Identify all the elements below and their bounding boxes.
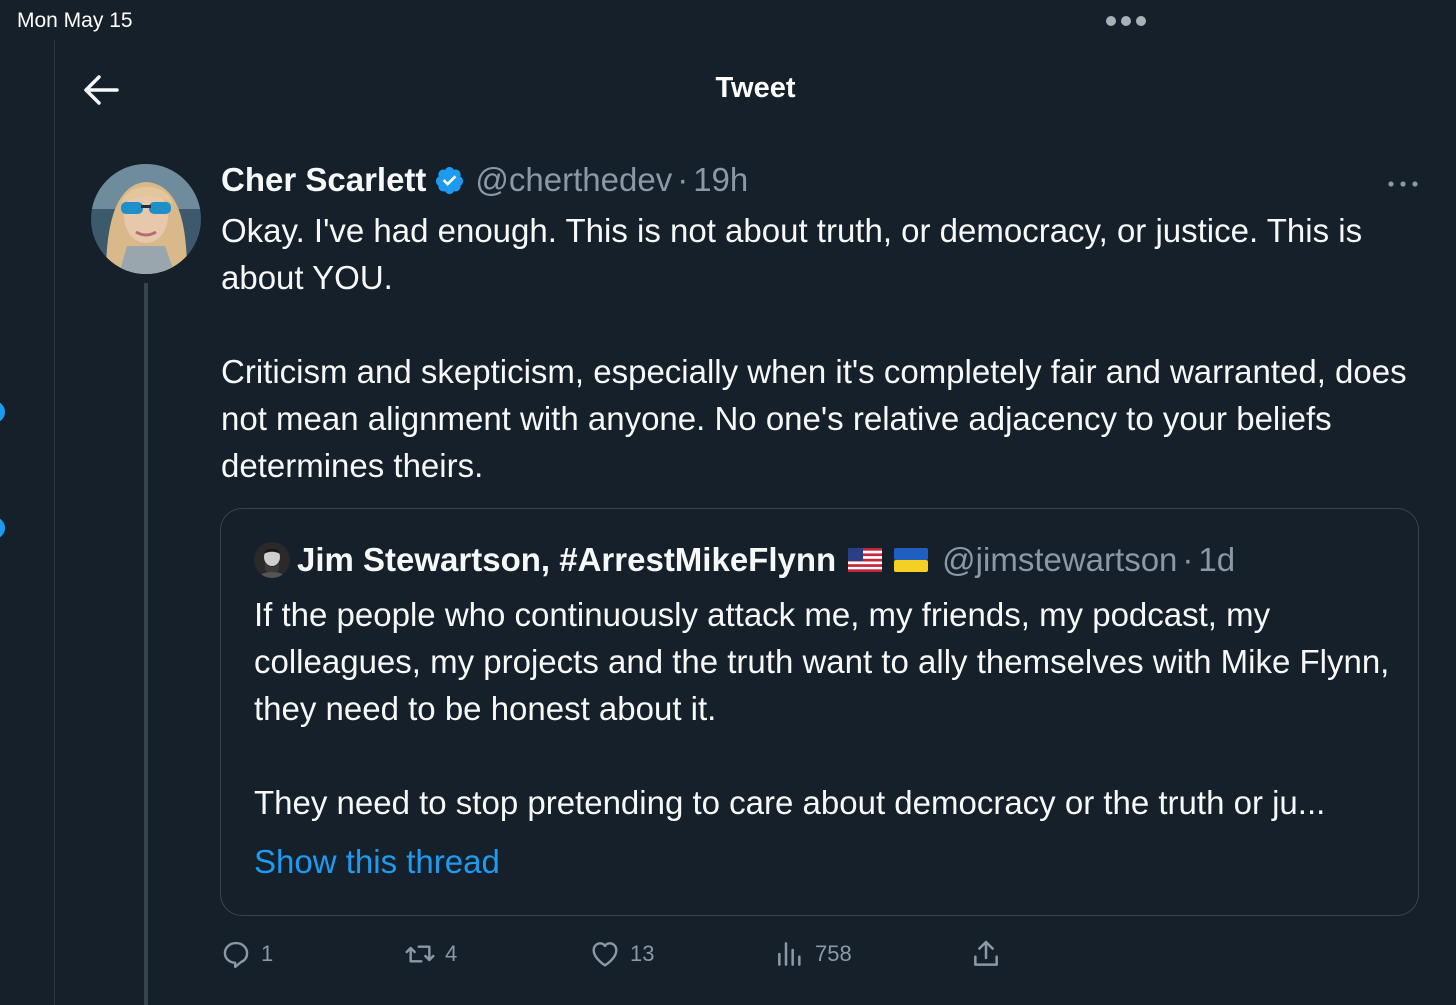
more-icon	[1388, 181, 1418, 187]
sidebar-notification-indicator[interactable]	[0, 517, 5, 539]
views-icon	[778, 942, 801, 966]
reply-count: 1	[261, 941, 274, 966]
share-button[interactable]	[970, 934, 1002, 974]
views-button[interactable]: 758	[774, 934, 852, 974]
avatar[interactable]	[91, 164, 201, 274]
app-screen: Mon May 15 Tweet Cher Scarlett @cherthed…	[0, 0, 1456, 1005]
retweet-icon	[405, 945, 435, 963]
tweet-paragraph: Criticism and skepticism, especially whe…	[221, 353, 1407, 484]
retweet-count: 4	[445, 941, 458, 966]
tweet-timestamp[interactable]: 19h	[693, 161, 748, 199]
reply-icon	[223, 941, 249, 969]
top-bar: Tweet	[55, 44, 1456, 136]
quoted-paragraph: They need to stop pretending to care abo…	[254, 784, 1326, 821]
more-options-button[interactable]	[1386, 176, 1420, 187]
like-icon	[592, 942, 618, 967]
quoted-tweet-timestamp: 1d	[1198, 541, 1236, 578]
share-icon	[974, 940, 998, 966]
status-bar-time: Mon May 15	[17, 9, 133, 32]
quoted-author-avatar	[254, 542, 290, 578]
ukraine-flag-icon	[894, 548, 929, 572]
tweet-body: Okay. I've had enough. This is not about…	[221, 207, 1431, 489]
author-handle[interactable]: @cherthedev	[475, 161, 672, 199]
thread-line	[144, 283, 148, 1005]
author-name[interactable]: Cher Scarlett	[221, 161, 426, 199]
separator-dot: ·	[1182, 541, 1194, 578]
quoted-author-handle: @jimstewartson	[942, 541, 1178, 578]
quoted-paragraph: If the people who continuously attack me…	[254, 596, 1390, 727]
quoted-tweet-card[interactable]: Jim Stewartson, #ArrestMikeFlynn @jimste…	[220, 508, 1419, 916]
retweet-button[interactable]: 4	[404, 934, 457, 974]
like-button[interactable]: 13	[589, 934, 654, 974]
verified-badge-icon	[436, 166, 464, 194]
quoted-tweet-body: If the people who continuously attack me…	[254, 591, 1404, 826]
show-thread-link[interactable]: Show this thread	[254, 843, 500, 881]
reply-button[interactable]: 1	[220, 934, 273, 974]
sidebar-divider	[54, 40, 55, 1005]
tweet-paragraph: Okay. I've had enough. This is not about…	[221, 212, 1363, 296]
us-flag-icon	[848, 548, 883, 572]
like-count: 13	[630, 941, 655, 966]
tweet-actions: 1 4 13 758	[220, 934, 1020, 974]
separator-dot: ·	[677, 161, 689, 198]
sidebar-notification-indicator[interactable]	[0, 401, 5, 423]
tweet-author[interactable]: Cher Scarlett @cherthedev · 19h	[221, 160, 748, 200]
multitasking-dots-icon[interactable]	[1106, 16, 1146, 26]
quoted-tweet-author: Jim Stewartson, #ArrestMikeFlynn @jimste…	[297, 539, 1235, 581]
quoted-author-name: Jim Stewartson, #ArrestMikeFlynn	[297, 541, 837, 578]
page-title: Tweet	[715, 72, 796, 104]
view-count: 758	[815, 941, 852, 966]
